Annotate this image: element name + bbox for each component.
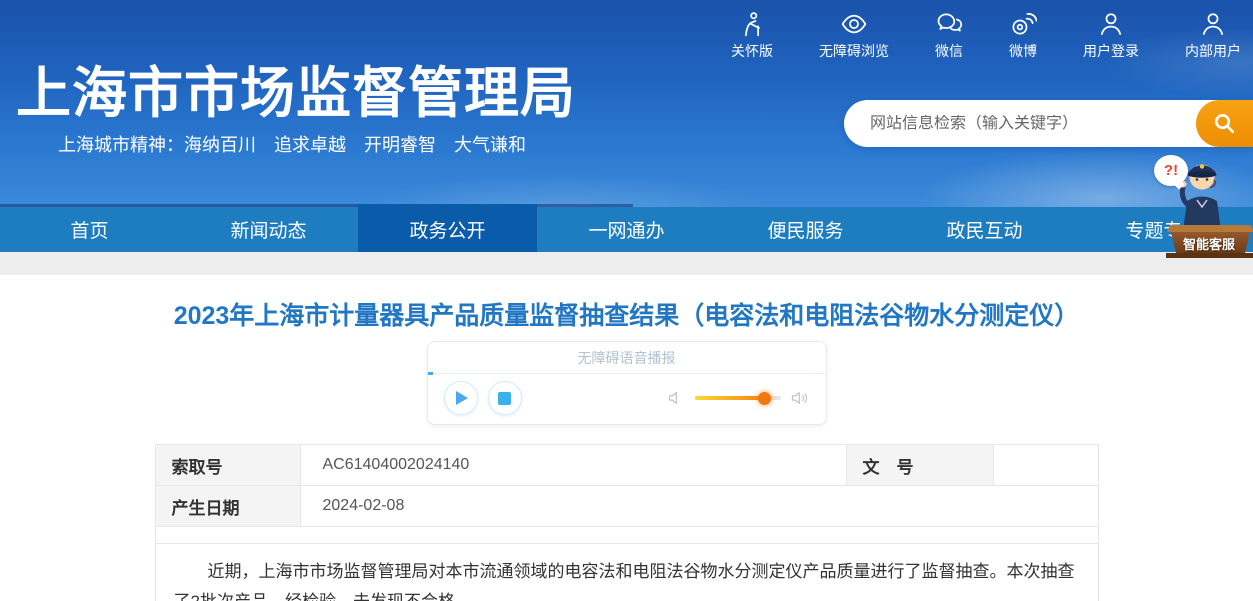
- topbar-link[interactable]: 微博: [1009, 8, 1037, 61]
- gray-strip: [0, 252, 1253, 275]
- topbar-link-label: 内部用户: [1185, 43, 1241, 59]
- topbar-link-label: 关怀版: [731, 43, 773, 59]
- eye-icon: [840, 8, 868, 38]
- nav-item-label: 新闻动态: [230, 221, 307, 242]
- topbar-link[interactable]: 微信: [935, 8, 963, 61]
- site-title: 上海市市场监督管理局: [16, 62, 577, 124]
- topbar-link-label: 无障碍浏览: [819, 43, 889, 59]
- topbar: 关怀版 无障碍浏览 微信 微博 用户登录 内部用户: [731, 8, 1241, 61]
- accessibility-audio-player: 无障碍语音播报: [426, 341, 827, 425]
- nav-item-label: 政务公开: [409, 221, 486, 242]
- table-row: 近期，上海市市场监督管理局对本市流通领域的电容法和电阻法谷物水分测定仪产品质量进…: [154, 543, 1099, 601]
- volume-control: [666, 388, 810, 408]
- mascot-bubble-text: ?!: [1163, 162, 1179, 179]
- smart-service-mascot[interactable]: ?! 智能客服: [1150, 147, 1253, 259]
- play-icon: [456, 391, 468, 405]
- topbar-link-label: 微博: [1009, 43, 1037, 59]
- article-body-text: 近期，上海市市场监督管理局对本市流通领域的电容法和电阻法谷物水分测定仪产品质量进…: [174, 562, 1075, 601]
- content-area: 2023年上海市计量器具产品质量监督抽查结果（电容法和电阻法谷物水分测定仪） 无…: [0, 275, 1253, 601]
- nav-item[interactable]: 一网通办: [537, 207, 716, 252]
- volume-slider[interactable]: [694, 391, 781, 405]
- issue-date-value: 2024-02-08: [299, 485, 1099, 527]
- search-icon: [1212, 111, 1237, 136]
- index-number-value: AC61404002024140: [299, 444, 847, 486]
- index-number-label: 索取号: [154, 444, 301, 486]
- topbar-link[interactable]: 关怀版: [731, 8, 773, 61]
- topbar-link[interactable]: 无障碍浏览: [819, 8, 889, 61]
- nav-item[interactable]: 便民服务: [716, 207, 895, 252]
- table-row: 索取号 AC61404002024140 文 号: [154, 444, 1099, 486]
- search-button[interactable]: [1196, 100, 1253, 147]
- audio-player-title: 无障碍语音播报: [577, 350, 676, 366]
- volume-loud-icon: [790, 388, 810, 408]
- main-nav: 首页 新闻动态 政务公开 一网通办 便民服务 政民互动 专题专栏: [0, 204, 1253, 252]
- wechat-icon: [935, 8, 963, 38]
- audio-player-controls: [428, 374, 826, 424]
- topbar-link[interactable]: 内部用户: [1185, 8, 1241, 61]
- topbar-link-label: 微信: [935, 43, 963, 59]
- audio-play-button[interactable]: [443, 381, 478, 415]
- nav-item[interactable]: 首页: [0, 207, 179, 252]
- issue-date-label: 产生日期: [154, 485, 301, 527]
- nav-item[interactable]: 新闻动态: [179, 207, 358, 252]
- mascot-speech-bubble: ?!: [1154, 155, 1188, 186]
- nav-item-label: 首页: [70, 221, 109, 242]
- mascot-podium-label: 智能客服: [1182, 237, 1235, 252]
- topbar-link[interactable]: 用户登录: [1083, 8, 1139, 61]
- elderly-icon: [738, 8, 766, 38]
- topbar-link-label: 用户登录: [1083, 43, 1139, 59]
- nav-item[interactable]: 政民互动: [895, 207, 1074, 252]
- doc-number-label: 文 号: [845, 444, 994, 486]
- page: 关怀版 无障碍浏览 微信 微博 用户登录 内部用户 上海市市场监督管理局 上海城市精神：海…: [0, 0, 1253, 601]
- weibo-icon: [1009, 8, 1037, 38]
- nav-item[interactable]: 政务公开: [358, 204, 537, 252]
- stop-icon: [498, 391, 511, 405]
- audio-stop-button[interactable]: [487, 381, 522, 415]
- audio-player-divider: [427, 372, 826, 375]
- volume-mute-icon: [666, 388, 686, 408]
- nav-item-label: 一网通办: [588, 221, 665, 242]
- user-icon: [1199, 8, 1227, 38]
- volume-fill: [694, 396, 765, 400]
- nav-item-label: 便民服务: [767, 221, 844, 242]
- table-row: 产生日期 2024-02-08: [154, 485, 1099, 527]
- nav-item-label: 政民互动: [946, 221, 1023, 242]
- site-banner: 关怀版 无障碍浏览 微信 微博 用户登录 内部用户 上海市市场监督管理局 上海城市精神：海…: [0, 0, 1253, 207]
- city-spirit-slogan: 上海城市精神：海纳百川 追求卓越 开明睿智 大气谦和: [58, 135, 526, 155]
- article-title: 2023年上海市计量器具产品质量监督抽查结果（电容法和电阻法谷物水分测定仪）: [173, 302, 1080, 330]
- article-body-cell: 近期，上海市市场监督管理局对本市流通领域的电容法和电阻法谷物水分测定仪产品质量进…: [154, 543, 1099, 601]
- site-search-bar: [844, 100, 1253, 147]
- volume-slider-handle[interactable]: [758, 391, 772, 405]
- search-input[interactable]: [844, 114, 1196, 133]
- user-icon: [1097, 8, 1125, 38]
- document-meta-table: 索取号 AC61404002024140 文 号 产生日期 2024-02-08…: [154, 444, 1099, 601]
- spacer-row: [154, 526, 1099, 544]
- doc-number-value: [992, 444, 1099, 486]
